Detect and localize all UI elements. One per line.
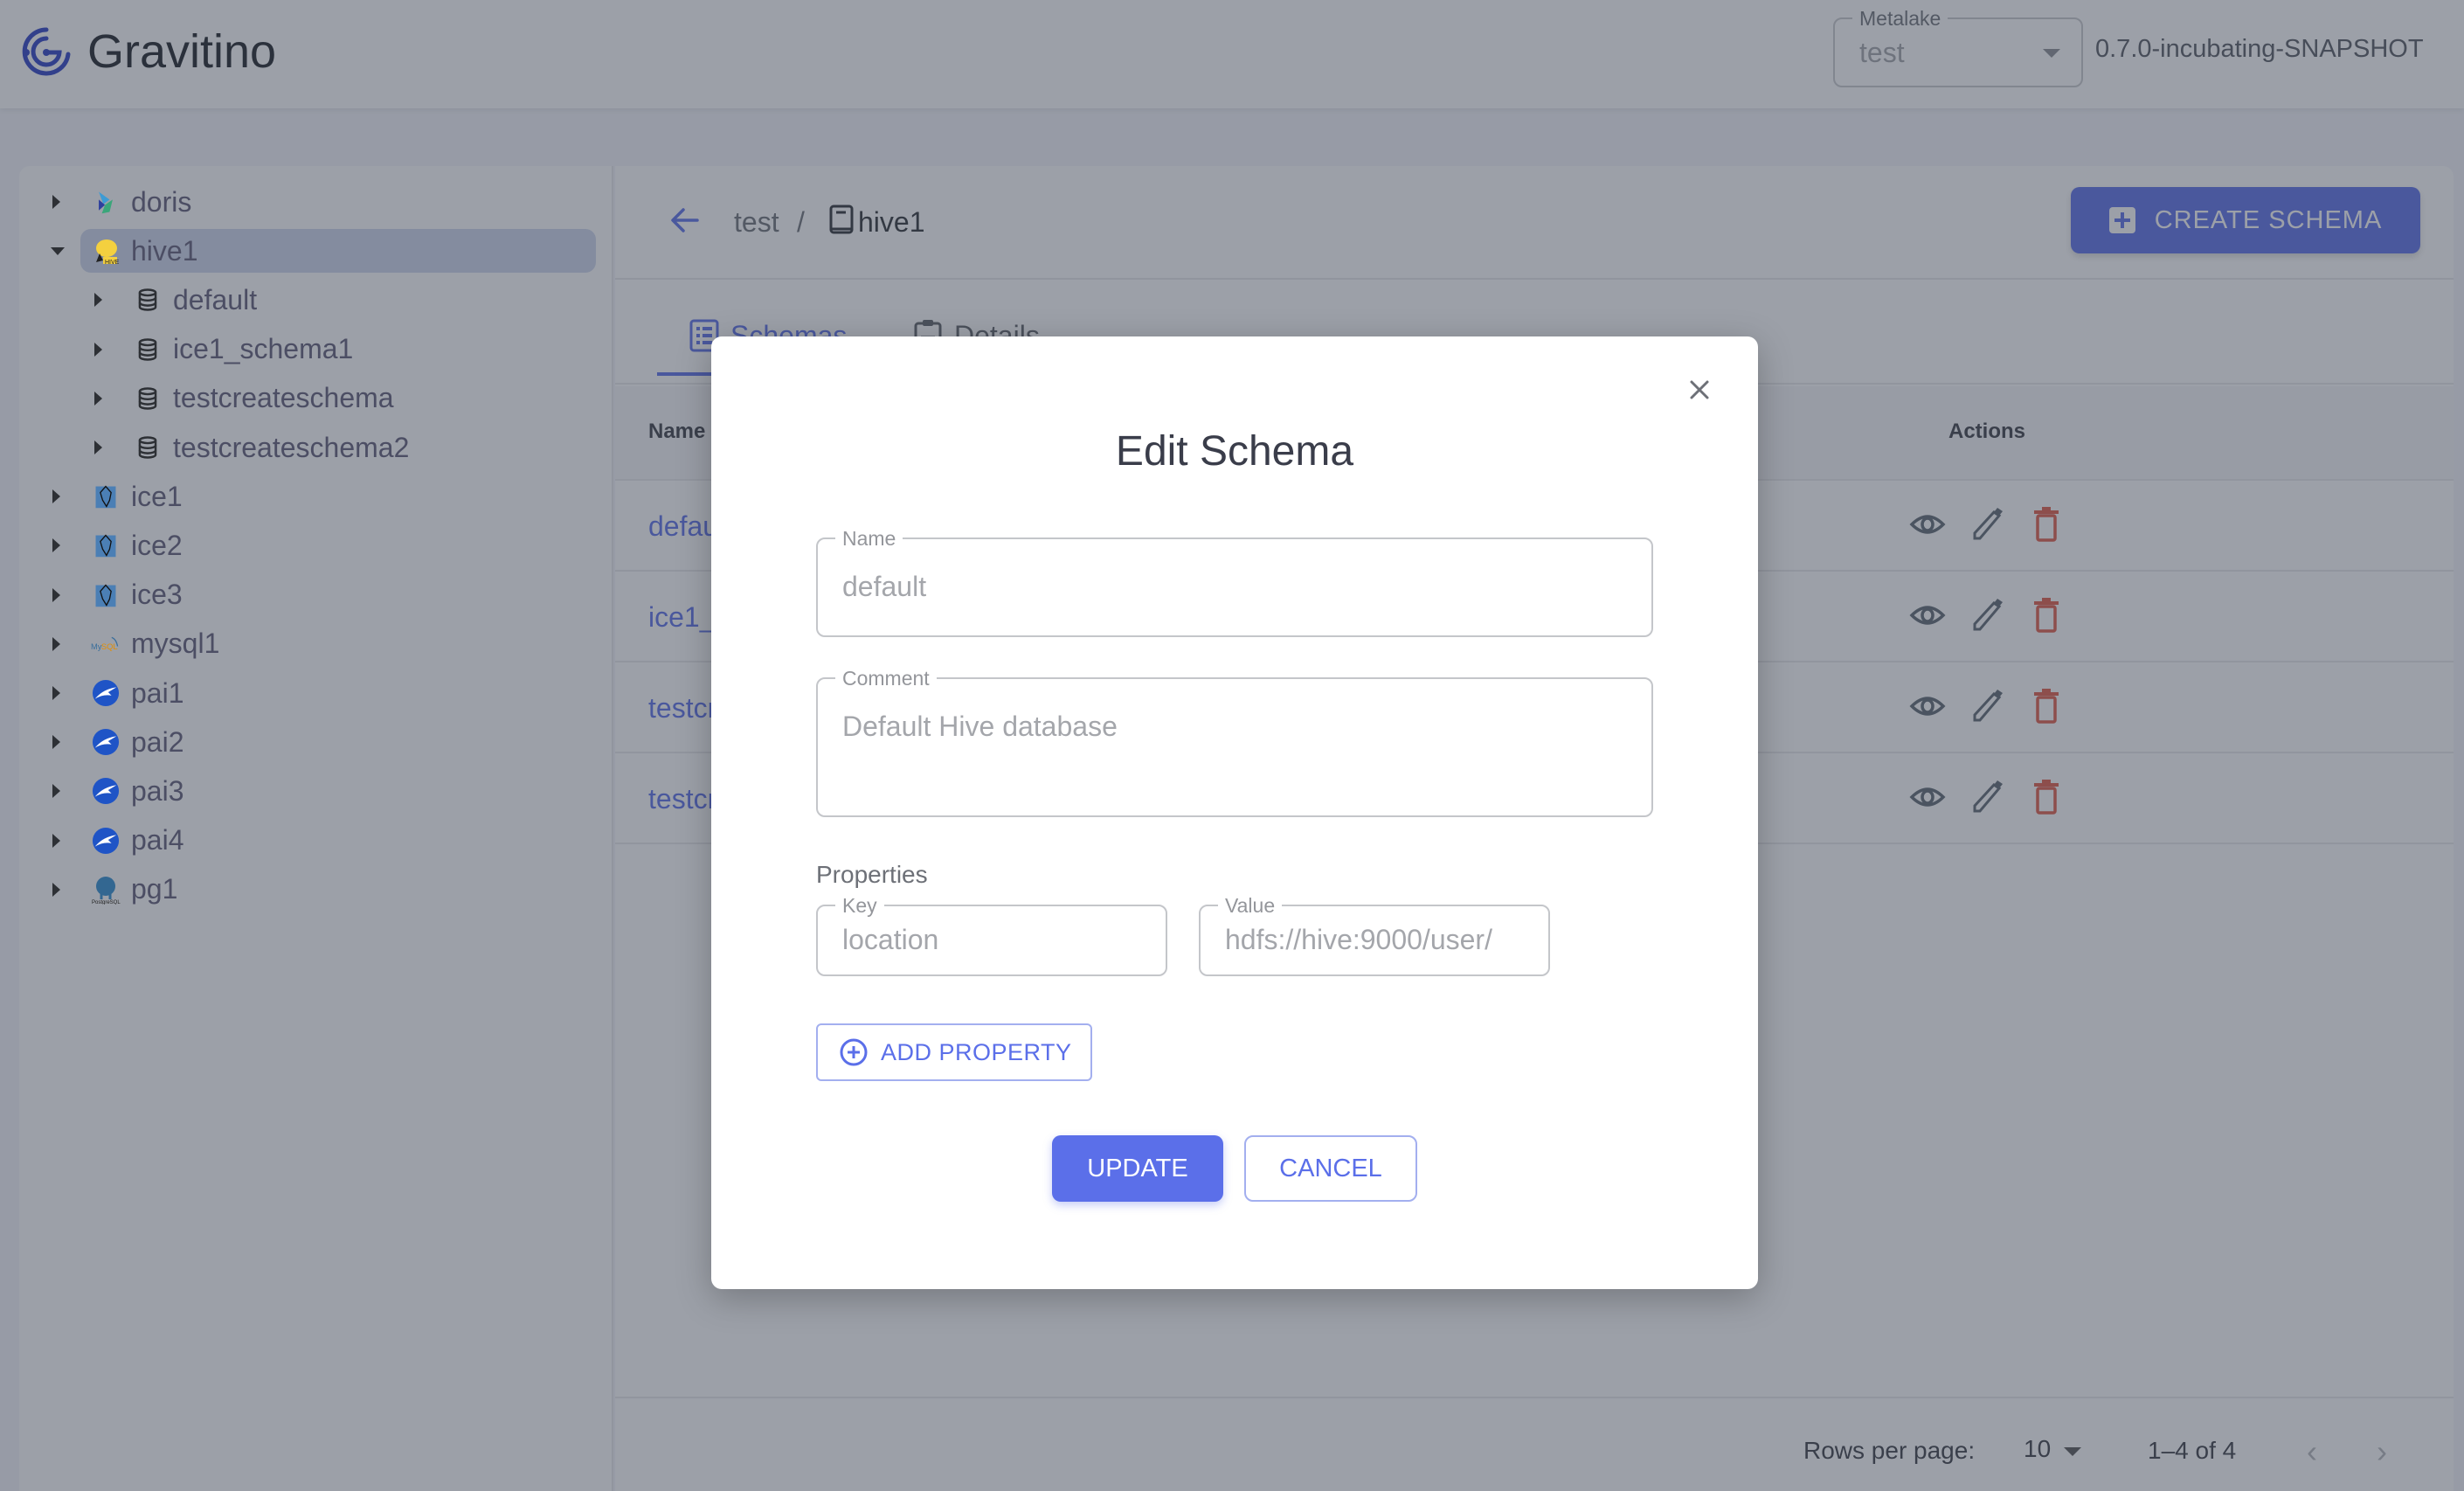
comment-field-label: Comment [835, 667, 937, 690]
database-icon [133, 384, 163, 413]
tree-item-label: pai2 [131, 725, 184, 758]
properties-label: Properties [816, 861, 928, 888]
add-property-label: ADD PROPERTY [881, 1038, 1072, 1065]
name-field-label: Name [835, 527, 903, 551]
iceberg-icon [91, 482, 121, 511]
caret-right-icon[interactable] [52, 538, 60, 553]
tree-item-label: ice3 [131, 579, 183, 611]
edit-schema-dialog: Edit Schema Name default Comment Default… [711, 336, 1758, 1289]
dialog-title: Edit Schema [1115, 428, 1354, 475]
doris-icon [91, 187, 121, 217]
tree-item-label: ice1_schema1 [173, 333, 354, 365]
property-value-field[interactable]: Value hdfs://hive:9000/user/ [1199, 894, 1550, 976]
key-field-label: Key [835, 894, 884, 918]
iceberg-icon [91, 580, 121, 610]
comment-field-value: Default Hive database [842, 711, 1118, 742]
caret-right-icon[interactable] [52, 882, 60, 897]
tree-item-testcreateschema2[interactable]: testcreateschema2 [94, 426, 410, 469]
tree-item-label: testcreateschema2 [173, 431, 410, 463]
mysql-icon: My SQL [91, 629, 121, 659]
add-property-button[interactable]: ADD PROPERTY [816, 1023, 1092, 1081]
caret-down-icon[interactable] [51, 247, 65, 256]
tree-item-label: default [173, 283, 258, 316]
caret-right-icon[interactable] [94, 440, 102, 454]
paimon-icon [91, 826, 121, 856]
caret-right-icon[interactable] [52, 195, 60, 209]
tree-item-label: hive1 [131, 234, 198, 267]
tree-item-label: doris [131, 185, 192, 218]
value-field-label: Value [1218, 894, 1283, 918]
caret-right-icon[interactable] [52, 784, 60, 799]
caret-right-icon[interactable] [52, 587, 60, 602]
cancel-button[interactable]: CANCEL [1244, 1135, 1417, 1202]
caret-right-icon[interactable] [52, 489, 60, 504]
caret-right-icon[interactable] [52, 833, 60, 848]
tree-item-label: pai4 [131, 824, 184, 856]
postgresql-icon: PostgreSQL [91, 875, 121, 905]
paimon-icon [91, 678, 121, 708]
tree-item-label: mysql1 [131, 628, 220, 660]
add-circle-icon [840, 1038, 868, 1066]
paimon-icon [91, 776, 121, 806]
database-icon [133, 433, 163, 462]
caret-right-icon[interactable] [94, 391, 102, 406]
svg-text:My: My [91, 642, 102, 651]
hive-icon: HIVE [91, 236, 121, 266]
caret-right-icon[interactable] [94, 293, 102, 308]
tree-item-label: pg1 [131, 873, 178, 905]
update-button[interactable]: UPDATE [1052, 1135, 1223, 1202]
key-field-value: location [842, 924, 939, 955]
iceberg-icon [91, 531, 121, 560]
database-icon [133, 335, 163, 364]
tree-item-label: pai1 [131, 676, 184, 709]
caret-right-icon[interactable] [52, 686, 60, 700]
close-icon[interactable] [1686, 377, 1713, 403]
name-field-value: default [842, 571, 927, 602]
tree-item-label: ice1 [131, 480, 183, 512]
svg-text:SQL: SQL [101, 642, 118, 651]
caret-right-icon[interactable] [52, 636, 60, 651]
value-field-value: hdfs://hive:9000/user/ [1225, 924, 1492, 955]
svg-text:PostgreSQL: PostgreSQL [92, 900, 121, 905]
database-icon [133, 285, 163, 315]
tree-item-label: pai3 [131, 774, 184, 807]
comment-field[interactable]: Comment Default Hive database [816, 667, 1653, 817]
property-key-field[interactable]: Key location [816, 894, 1167, 976]
tree-item-label: ice2 [131, 529, 183, 561]
caret-right-icon[interactable] [52, 735, 60, 750]
name-field[interactable]: Name default [816, 527, 1653, 637]
tree-item-label: testcreateschema [173, 382, 394, 414]
caret-right-icon[interactable] [94, 342, 102, 357]
paimon-icon [91, 727, 121, 757]
svg-text:HIVE: HIVE [105, 260, 120, 266]
